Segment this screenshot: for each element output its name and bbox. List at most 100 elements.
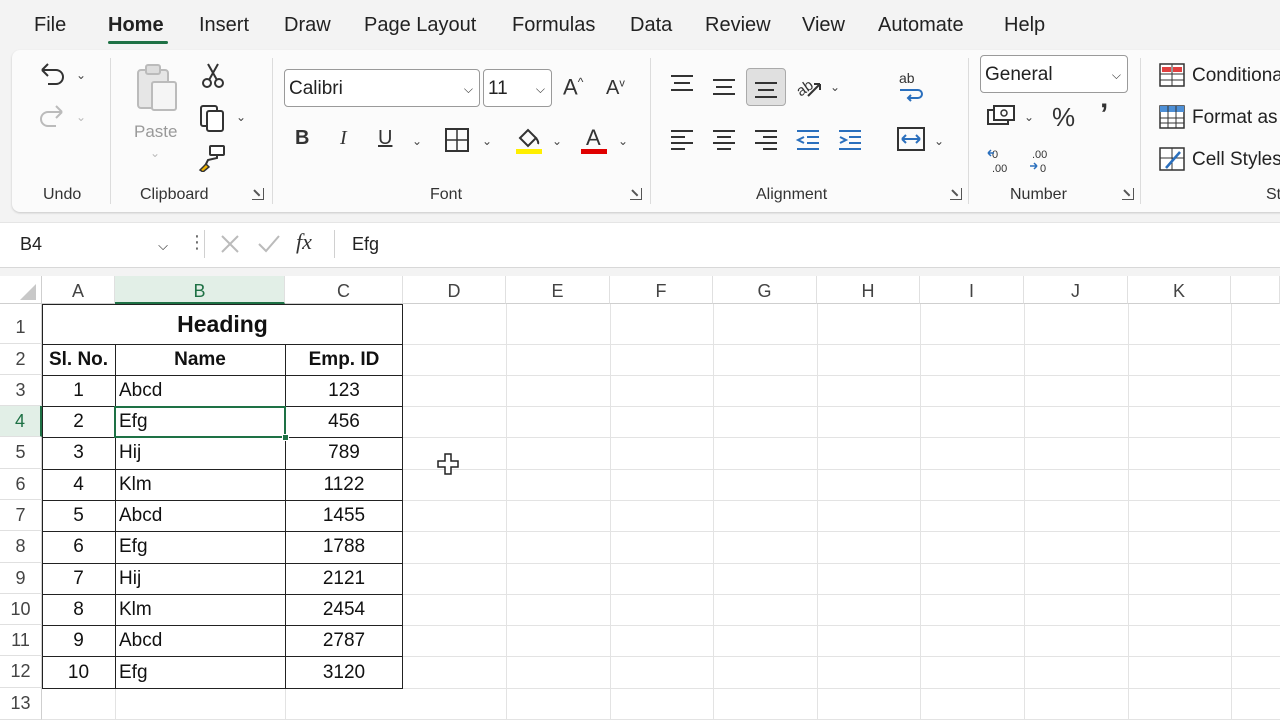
cell-c6[interactable]: 1122 (285, 474, 403, 496)
paste-dropdown-icon[interactable]: ⌄ (150, 146, 160, 160)
align-right-icon[interactable] (752, 126, 780, 154)
orientation-icon[interactable]: ab (794, 72, 824, 102)
format-as-table-icon[interactable] (1158, 104, 1186, 130)
menu-data[interactable]: Data (630, 14, 672, 37)
decrease-decimal-icon[interactable]: .00 0 (1028, 146, 1058, 174)
cell-styles-icon[interactable] (1158, 146, 1186, 172)
row-header-8[interactable]: 8 (0, 531, 42, 563)
cell-styles-button[interactable]: Cell Styles (1192, 149, 1280, 171)
menu-review[interactable]: Review (705, 14, 771, 37)
cell-a5[interactable]: 3 (42, 442, 115, 464)
increase-font-size-icon[interactable]: A^ (563, 76, 583, 98)
header-name[interactable]: Name (115, 349, 285, 371)
cut-icon[interactable] (200, 62, 226, 90)
clipboard-launcher-icon[interactable] (252, 188, 264, 200)
cell-a12[interactable]: 10 (42, 662, 115, 684)
cell-a7[interactable]: 5 (42, 505, 115, 527)
cell-b11[interactable]: Abcd (119, 630, 162, 652)
cell-b6[interactable]: Klm (119, 474, 152, 496)
insert-function-icon[interactable]: fx (296, 229, 312, 255)
format-as-table-button[interactable]: Format as (1192, 107, 1278, 129)
number-format-combobox[interactable]: General ⌵ (980, 55, 1128, 93)
column-header-i[interactable]: I (920, 276, 1024, 304)
align-left-icon[interactable] (668, 126, 696, 154)
comma-style-icon[interactable]: ’ (1100, 100, 1108, 130)
paste-button[interactable]: Paste (134, 122, 177, 142)
cell-b3[interactable]: Abcd (119, 380, 162, 402)
cell-c11[interactable]: 2787 (285, 630, 403, 652)
row-header-13[interactable]: 13 (0, 688, 42, 720)
merge-center-icon[interactable] (896, 124, 926, 154)
middle-align-icon[interactable] (710, 74, 738, 100)
cell-a6[interactable]: 4 (42, 474, 115, 496)
number-launcher-icon[interactable] (1122, 188, 1134, 200)
menu-home[interactable]: Home (108, 14, 164, 37)
undo-icon[interactable] (36, 60, 68, 90)
menu-formulas[interactable]: Formulas (512, 14, 595, 37)
menu-automate[interactable]: Automate (878, 14, 964, 37)
cell-c12[interactable]: 3120 (285, 662, 403, 684)
fill-color-icon[interactable] (514, 124, 544, 156)
name-box[interactable]: B4 ⌵ (12, 226, 176, 262)
row-header-4[interactable]: 4 (0, 406, 42, 437)
column-header-l[interactable] (1231, 276, 1280, 304)
italic-button[interactable]: I (340, 128, 347, 148)
top-align-icon[interactable] (668, 72, 696, 98)
row-header-12[interactable]: 12 (0, 656, 42, 688)
font-color-icon[interactable]: A (580, 124, 608, 156)
row-header-6[interactable]: 6 (0, 469, 42, 500)
row-header-5[interactable]: 5 (0, 437, 42, 469)
fill-color-dropdown-icon[interactable]: ⌄ (552, 134, 562, 148)
font-size-combobox[interactable]: 11 ⌵ (483, 69, 552, 107)
fill-handle[interactable] (282, 434, 289, 441)
decrease-indent-icon[interactable] (794, 126, 822, 154)
select-all-button[interactable] (0, 276, 42, 304)
header-emp-id[interactable]: Emp. ID (285, 349, 403, 371)
cell-c7[interactable]: 1455 (285, 505, 403, 527)
cell-a3[interactable]: 1 (42, 380, 115, 402)
row-header-2[interactable]: 2 (0, 344, 42, 375)
alignment-launcher-icon[interactable] (950, 188, 962, 200)
cell-c4[interactable]: 456 (285, 411, 403, 433)
cell-b5[interactable]: Hij (119, 442, 141, 464)
menu-help[interactable]: Help (1004, 14, 1045, 37)
menu-view[interactable]: View (802, 14, 845, 37)
row-header-1[interactable]: 1 (0, 304, 42, 344)
conditional-formatting-icon[interactable] (1158, 62, 1186, 88)
column-header-k[interactable]: K (1128, 276, 1231, 304)
borders-dropdown-icon[interactable]: ⌄ (482, 134, 492, 148)
underline-button[interactable]: U (378, 128, 392, 148)
column-header-f[interactable]: F (610, 276, 713, 304)
worksheet-grid[interactable] (0, 276, 1280, 720)
font-color-dropdown-icon[interactable]: ⌄ (618, 134, 628, 148)
cell-c8[interactable]: 1788 (285, 536, 403, 558)
menu-page-layout[interactable]: Page Layout (364, 14, 476, 37)
increase-indent-icon[interactable] (836, 126, 864, 154)
cell-a10[interactable]: 8 (42, 599, 115, 621)
cell-a8[interactable]: 6 (42, 536, 115, 558)
paste-icon[interactable] (134, 62, 182, 114)
undo-dropdown-icon[interactable]: ⌄ (76, 68, 86, 82)
bold-button[interactable]: B (295, 128, 309, 148)
row-header-3[interactable]: 3 (0, 375, 42, 406)
cell-b7[interactable]: Abcd (119, 505, 162, 527)
font-launcher-icon[interactable] (630, 188, 642, 200)
copy-dropdown-icon[interactable]: ⌄ (236, 110, 246, 124)
header-sl-no[interactable]: Sl. No. (42, 349, 115, 371)
increase-decimal-icon[interactable]: 0 .00 (986, 146, 1016, 174)
format-painter-icon[interactable] (198, 144, 228, 172)
column-header-g[interactable]: G (713, 276, 817, 304)
cell-c5[interactable]: 789 (285, 442, 403, 464)
percent-style-icon[interactable]: % (1052, 104, 1075, 130)
wrap-text-icon[interactable]: ab (896, 70, 926, 102)
column-header-d[interactable]: D (403, 276, 506, 304)
menu-draw[interactable]: Draw (284, 14, 331, 37)
orientation-dropdown-icon[interactable]: ⌄ (830, 80, 840, 94)
cell-a11[interactable]: 9 (42, 630, 115, 652)
cell-c3[interactable]: 123 (285, 380, 403, 402)
menu-insert[interactable]: Insert (199, 14, 249, 37)
accounting-dropdown-icon[interactable]: ⌄ (1024, 110, 1034, 124)
row-header-7[interactable]: 7 (0, 500, 42, 531)
menu-file[interactable]: File (34, 14, 66, 37)
column-header-j[interactable]: J (1024, 276, 1128, 304)
